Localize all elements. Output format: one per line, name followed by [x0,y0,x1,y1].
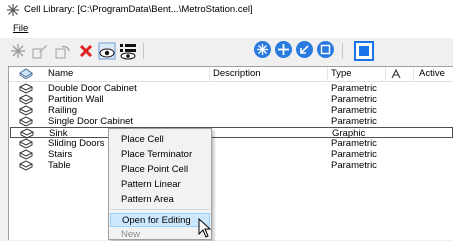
list-item[interactable]: Sliding Doors Parametric [9,138,453,149]
context-menu: Place Cell Place Terminator Place Point … [108,128,212,240]
font-column-icon [391,69,401,79]
new-cell-icon [11,44,25,58]
delete-cell-button[interactable] [76,41,96,61]
replace-cell-button[interactable] [52,41,72,61]
column-divider [385,67,386,81]
cell-name: Sliding Doors [48,138,105,149]
menu-item-pattern-linear[interactable]: Pattern Linear [109,177,211,191]
edit-cell-icon [32,45,47,59]
list-item-selected[interactable]: Sink Graphic [10,127,453,139]
menu-item-label: New [121,229,141,240]
place-active-cell-button[interactable] [254,41,271,58]
menu-file-label: File [13,23,29,34]
cell-type: Parametric [331,138,377,149]
menu-item-place-point-cell[interactable]: Place Point Cell [109,162,211,176]
menu-bar: File [0,20,453,38]
list-item[interactable]: Table Parametric [9,160,453,171]
cell-list[interactable]: Name Description Type Active Double Door… [8,66,453,240]
pattern-icon [320,44,331,55]
cell-type: Parametric [331,105,377,116]
edit-cell-button[interactable] [30,41,50,61]
terminator-button[interactable] [296,41,313,58]
details-list-icon [120,44,136,60]
list-item[interactable]: Single Door Cabinet Parametric [9,116,453,127]
cell-type: Parametric [331,160,377,171]
cell-name: Railing [48,105,78,116]
title-bar: Cell Library: [C:\ProgramData\Bent...\Me… [0,0,453,20]
list-item[interactable]: Double Door Cabinet Parametric [9,83,453,94]
column-description[interactable]: Description [213,68,261,79]
cell-name: Table [48,160,71,171]
column-type[interactable]: Type [331,68,352,79]
show-preview-button[interactable] [97,41,117,61]
menu-file[interactable]: File [13,23,28,34]
cell-type: Parametric [331,116,377,127]
cell-type: Parametric [331,83,377,94]
menu-item-place-terminator[interactable]: Place Terminator [109,147,211,161]
cell-name: Double Door Cabinet [48,83,137,94]
cell-name: Partition Wall [48,94,104,105]
list-item[interactable]: Railing Parametric [9,105,453,116]
toolbar [0,38,453,66]
cell-column-icon [19,68,33,79]
cell-type: Parametric [331,149,377,160]
cell-icon [19,105,33,116]
menu-item-label: Pattern Linear [121,179,181,190]
menu-separator [111,209,209,210]
list-header: Name Description Type Active [9,67,453,82]
toolbar-separator [143,43,144,59]
point-cell-button[interactable] [275,41,292,58]
new-cell-button[interactable] [8,41,28,61]
menu-item-label: Place Point Cell [121,164,189,175]
toggle-panel-button[interactable] [354,41,374,61]
column-divider [209,67,210,81]
menu-item-label: Open for Editing [122,215,191,226]
arrow-icon [300,45,309,54]
menu-item-label: Pattern Area [121,194,174,205]
cell-icon [19,94,33,105]
cell-icon [19,138,33,149]
delete-icon [79,44,93,58]
toolbar-separator [342,43,343,59]
replace-cell-icon [55,45,70,59]
show-details-button[interactable] [118,41,138,61]
cell-icon [19,116,33,127]
menu-item-label: Place Terminator [121,149,193,160]
cell-icon [19,83,33,94]
column-divider [327,67,328,81]
column-name[interactable]: Name [48,68,73,79]
menu-item-open-for-editing[interactable]: Open for Editing [110,213,210,227]
column-divider [413,67,414,81]
active-cell-icon [257,44,268,55]
pattern-button[interactable] [317,41,334,58]
cell-name: Stairs [48,149,73,160]
menu-item-place-cell[interactable]: Place Cell [109,132,211,146]
menu-item-pattern-area[interactable]: Pattern Area [109,192,211,206]
cell-name: Single Door Cabinet [48,116,134,127]
list-item[interactable]: Stairs Parametric [9,149,453,160]
window-title: Cell Library: [C:\ProgramData\Bent...\Me… [24,4,253,15]
list-item[interactable]: Partition Wall Parametric [9,94,453,105]
menu-item-label: Place Cell [121,134,164,145]
column-active[interactable]: Active [419,68,445,79]
mouse-cursor-icon [198,218,212,238]
cell-type: Parametric [331,94,377,105]
menu-item-new: New [109,227,211,241]
cell-icon [19,160,33,171]
cell-icon [19,149,33,160]
plus-icon [278,44,289,55]
cell-library-icon [7,4,19,16]
preview-eye-icon [98,42,116,60]
panel-icon [359,46,369,56]
